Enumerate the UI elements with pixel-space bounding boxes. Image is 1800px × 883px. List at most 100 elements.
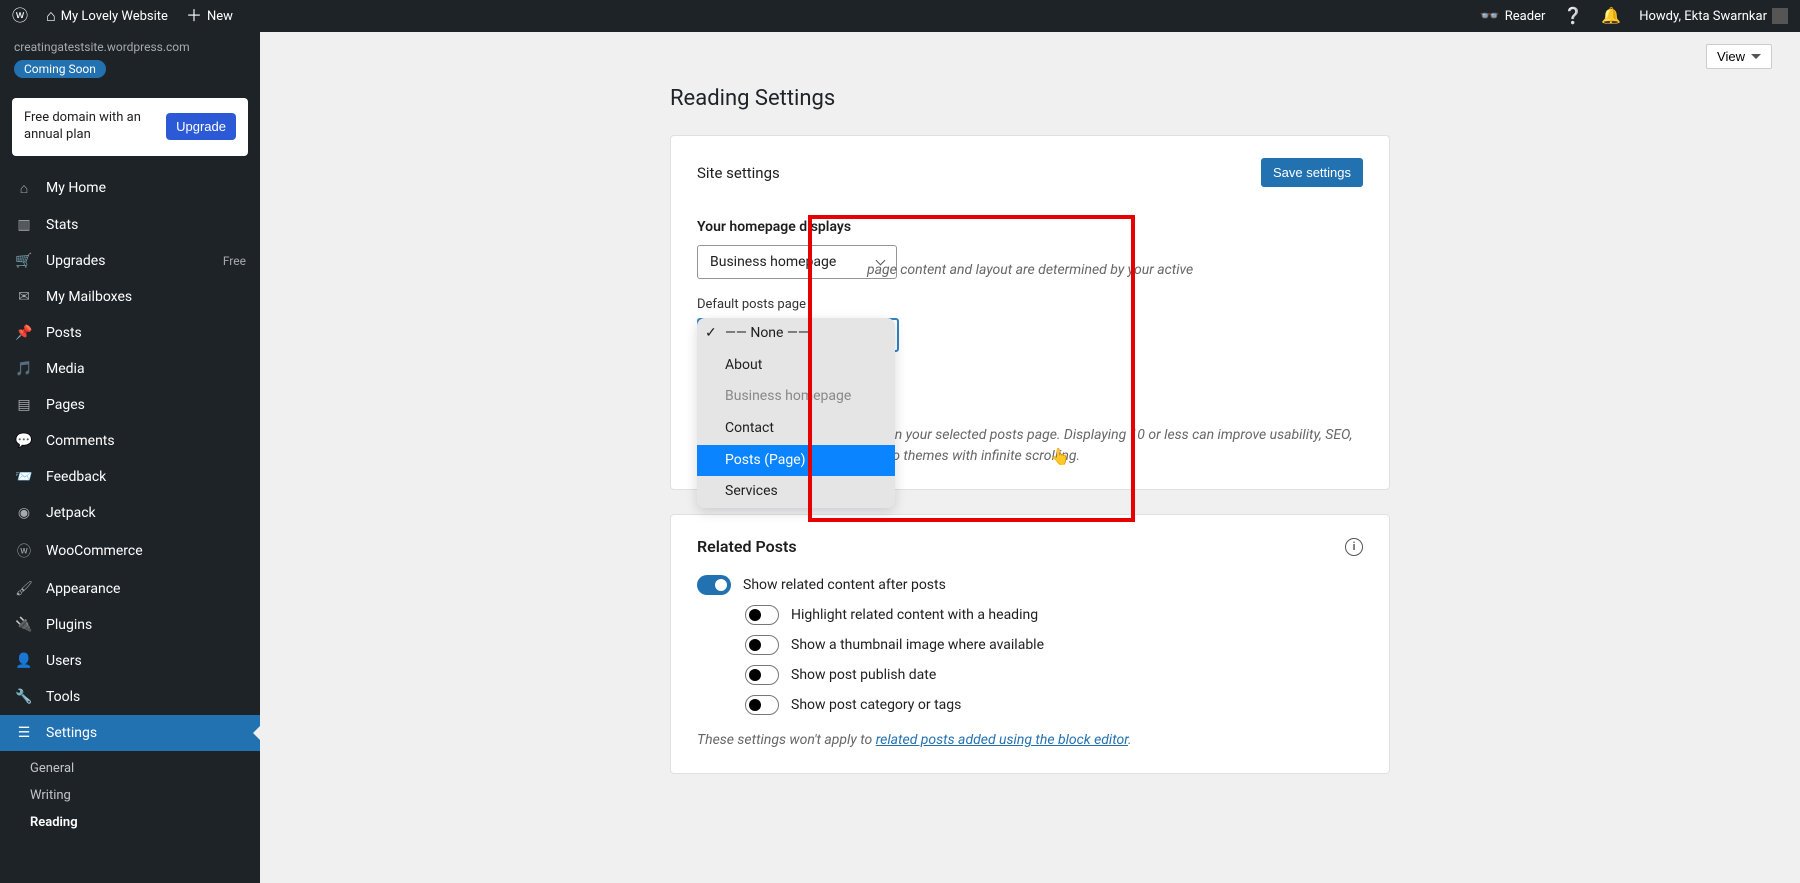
sidebar-item-plugins[interactable]: 🔌Plugins bbox=[0, 607, 260, 643]
sidebar-item-users[interactable]: 👤Users bbox=[0, 643, 260, 679]
sub-general[interactable]: General bbox=[16, 755, 260, 782]
sidebar-item-pages[interactable]: ▤ Pages bbox=[0, 387, 260, 423]
sidebar-item-comments[interactable]: 💬 Comments bbox=[0, 423, 260, 459]
homepage-help: page content and layout are determined b… bbox=[867, 260, 1363, 281]
adminbar-left: ⓦ ⌂My Lovely Website ＋New bbox=[12, 8, 233, 24]
glasses-icon: 👓 bbox=[1480, 8, 1500, 24]
site-link[interactable]: ⌂My Lovely Website bbox=[46, 8, 168, 24]
sidebar-item-appearance[interactable]: 🖌Appearance bbox=[0, 571, 260, 607]
label: My Mailboxes bbox=[46, 289, 132, 305]
cart-icon: 🛒 bbox=[14, 253, 34, 269]
block-editor-link[interactable]: related posts added using the block edit… bbox=[876, 732, 1128, 748]
site-settings-panel: Site settings Save settings Your homepag… bbox=[670, 135, 1390, 490]
upgrade-button[interactable]: Upgrade bbox=[166, 113, 236, 140]
toggle-thumbnail: Show a thumbnail image where available bbox=[745, 630, 1363, 660]
sidebar-item-feedback[interactable]: 📨Feedback bbox=[0, 459, 260, 495]
save-button[interactable]: Save settings bbox=[1261, 158, 1363, 187]
posts-page-dropdown: —— None —— About Business homepage Conta… bbox=[697, 318, 895, 508]
bell-icon: 🔔 bbox=[1601, 8, 1621, 24]
adminbar-right: 👓Reader ❔ 🔔 Howdy, Ekta Swarnkar bbox=[1480, 8, 1788, 24]
layout: creatingatestsite.wordpress.com Coming S… bbox=[0, 32, 1800, 883]
posts-page-select-wrap: — None — —— None —— About Business homep… bbox=[697, 318, 1363, 352]
label: Stats bbox=[46, 217, 78, 233]
dd-option-business[interactable]: Business homepage bbox=[697, 381, 895, 413]
toggle-date: Show post publish date bbox=[745, 660, 1363, 690]
toggle-label: Show post category or tags bbox=[791, 697, 961, 713]
sidebar-item-tools[interactable]: 🔧Tools bbox=[0, 679, 260, 715]
toggle-knob bbox=[749, 639, 761, 651]
wp-logo-link[interactable]: ⓦ bbox=[12, 8, 28, 24]
label: Appearance bbox=[46, 581, 120, 597]
sidebar-item-upgrades[interactable]: 🛒UpgradesFree bbox=[0, 243, 260, 279]
help-post: . bbox=[1128, 732, 1132, 748]
toggle-on[interactable] bbox=[697, 575, 731, 595]
sidebar-item-mailboxes[interactable]: ✉My Mailboxes bbox=[0, 279, 260, 315]
dd-option-services[interactable]: Services bbox=[697, 476, 895, 508]
profile-link[interactable]: Howdy, Ekta Swarnkar bbox=[1639, 8, 1788, 24]
sidebar-item-stats[interactable]: ▥Stats bbox=[0, 207, 260, 243]
main-content: View Reading Settings Site settings Save… bbox=[260, 32, 1800, 883]
new-link[interactable]: ＋New bbox=[186, 8, 233, 24]
cursor-icon: 👆 bbox=[1050, 447, 1070, 466]
toggle-off[interactable] bbox=[745, 605, 779, 625]
user-icon: 👤 bbox=[14, 653, 34, 669]
sub-reading[interactable]: Reading bbox=[16, 809, 260, 836]
settings-submenu: General Writing Reading bbox=[0, 751, 260, 846]
label: Pages bbox=[46, 397, 85, 413]
avatar bbox=[1772, 8, 1788, 24]
sidebar: creatingatestsite.wordpress.com Coming S… bbox=[0, 32, 260, 883]
coming-soon-badge: Coming Soon bbox=[14, 60, 106, 78]
domain-box: Free domain with an annual plan Upgrade bbox=[12, 98, 248, 156]
dd-option-posts[interactable]: Posts (Page) bbox=[697, 445, 895, 477]
sidebar-item-settings[interactable]: ☰Settings bbox=[0, 715, 260, 751]
related-sub-options: Highlight related content with a heading… bbox=[697, 600, 1363, 720]
plus-icon: ＋ bbox=[186, 8, 202, 24]
posts-page-label: Default posts page bbox=[697, 297, 1363, 312]
toggle-show-related: Show related content after posts bbox=[697, 570, 1363, 600]
view-button[interactable]: View bbox=[1706, 44, 1772, 69]
settings-icon: ☰ bbox=[14, 725, 34, 741]
dd-option-none[interactable]: —— None —— bbox=[697, 318, 895, 350]
toggle-off[interactable] bbox=[745, 665, 779, 685]
sidebar-item-posts[interactable]: 📌Posts bbox=[0, 315, 260, 351]
toggle-knob bbox=[749, 669, 761, 681]
toggle-knob bbox=[749, 699, 761, 711]
sidebar-item-myhome[interactable]: ⌂ My Home bbox=[0, 170, 260, 207]
free-tag: Free bbox=[223, 254, 246, 268]
toggle-label: Highlight related content with a heading bbox=[791, 607, 1038, 623]
help-link[interactable]: ❔ bbox=[1563, 8, 1583, 24]
help-pre: These settings won't apply to bbox=[697, 732, 876, 748]
page-icon: ▤ bbox=[14, 397, 34, 413]
notifications-link[interactable]: 🔔 bbox=[1601, 8, 1621, 24]
related-help: These settings won't apply to related po… bbox=[697, 730, 1363, 751]
info-icon[interactable]: i bbox=[1345, 538, 1363, 556]
sidebar-item-woocommerce[interactable]: ⓦWooCommerce bbox=[0, 531, 260, 571]
media-icon: 🎵 bbox=[14, 361, 34, 377]
site-url: creatingatestsite.wordpress.com bbox=[14, 40, 246, 54]
label: Media bbox=[46, 361, 85, 377]
wordpress-logo-icon: ⓦ bbox=[12, 8, 28, 24]
toggle-label: Show a thumbnail image where available bbox=[791, 637, 1044, 653]
homepage-value: Business homepage bbox=[710, 254, 836, 270]
toggle-knob bbox=[749, 609, 761, 621]
home-icon: ⌂ bbox=[14, 180, 34, 197]
help-icon: ❔ bbox=[1563, 8, 1583, 24]
related-title: Related Posts bbox=[697, 537, 797, 556]
reader-link[interactable]: 👓Reader bbox=[1480, 8, 1546, 24]
label: Plugins bbox=[46, 617, 92, 633]
panel-title: Site settings bbox=[697, 164, 780, 182]
sidebar-item-jetpack[interactable]: ◉Jetpack bbox=[0, 495, 260, 531]
dd-option-about[interactable]: About bbox=[697, 350, 895, 382]
sub-writing[interactable]: Writing bbox=[16, 782, 260, 809]
label: Comments bbox=[46, 433, 115, 449]
toggle-off[interactable] bbox=[745, 695, 779, 715]
sidebar-item-media[interactable]: 🎵 Media bbox=[0, 351, 260, 387]
comment-icon: 💬 bbox=[14, 433, 34, 449]
label: My Home bbox=[46, 180, 106, 196]
panel-header: Site settings Save settings bbox=[697, 158, 1363, 187]
toggle-off[interactable] bbox=[745, 635, 779, 655]
jetpack-icon: ◉ bbox=[14, 505, 34, 521]
toggle-label: Show related content after posts bbox=[743, 577, 946, 593]
dd-option-contact[interactable]: Contact bbox=[697, 413, 895, 445]
label: Tools bbox=[46, 689, 80, 705]
